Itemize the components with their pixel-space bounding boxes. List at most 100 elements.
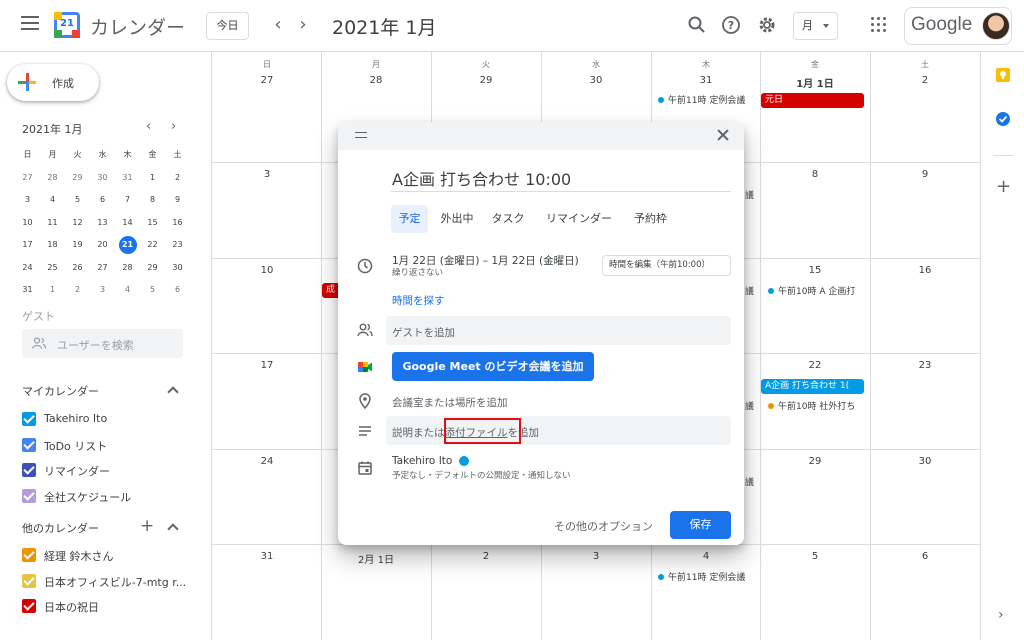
- mini-day[interactable]: 5: [140, 279, 165, 302]
- event-item[interactable]: 議: [745, 285, 754, 299]
- more-options-button[interactable]: その他のオプション: [554, 518, 653, 534]
- account-switcher[interactable]: Google: [904, 7, 1012, 45]
- day-number[interactable]: 6: [870, 551, 980, 562]
- mini-day[interactable]: 13: [90, 212, 115, 235]
- prev-month-icon[interactable]: ‹: [268, 14, 288, 36]
- day-number[interactable]: 17: [212, 360, 322, 371]
- my-calendar-item[interactable]: リマインダー: [22, 462, 202, 480]
- mini-day[interactable]: 15: [140, 212, 165, 235]
- chevron-up-icon[interactable]: [167, 386, 179, 398]
- location-field[interactable]: 会議室または場所を追加: [392, 395, 508, 410]
- save-button[interactable]: 保存: [670, 511, 731, 539]
- mini-day[interactable]: 4: [40, 189, 65, 212]
- event-item[interactable]: 議: [745, 189, 754, 203]
- mini-day[interactable]: 4: [115, 279, 140, 302]
- edit-time-button[interactable]: 時間を編集（午前10:00）: [602, 255, 731, 276]
- mini-day[interactable]: 11: [40, 212, 65, 235]
- mini-day[interactable]: 7: [115, 189, 140, 212]
- event-item[interactable]: 午前11時 定例会議: [658, 571, 745, 585]
- mini-day[interactable]: 5: [65, 189, 90, 212]
- calendar-checkbox[interactable]: [22, 599, 36, 613]
- mini-day[interactable]: 23: [165, 234, 190, 257]
- tab-appointment-slots[interactable]: 予約枠: [628, 205, 673, 233]
- day-number[interactable]: 2: [870, 75, 980, 86]
- day-number[interactable]: 27: [212, 75, 322, 86]
- mini-day[interactable]: 17: [15, 234, 40, 257]
- google-apps-icon[interactable]: [871, 17, 886, 32]
- day-number[interactable]: 16: [870, 265, 980, 276]
- add-calendar-icon[interactable]: +: [140, 518, 154, 535]
- mini-day[interactable]: 28: [115, 257, 140, 280]
- day-number[interactable]: 22: [760, 360, 870, 371]
- guest-search-input[interactable]: ユーザーを検索: [22, 329, 183, 358]
- tasks-icon[interactable]: [995, 111, 1011, 127]
- day-number[interactable]: 3: [212, 169, 322, 180]
- settings-icon[interactable]: [756, 14, 778, 36]
- day-number[interactable]: 8: [760, 169, 870, 180]
- add-google-meet-button[interactable]: Google Meet のビデオ会議を追加: [392, 352, 594, 381]
- mini-day[interactable]: 27: [15, 167, 40, 190]
- today-button[interactable]: 今日: [206, 12, 249, 40]
- tab-task[interactable]: タスク: [488, 205, 528, 233]
- tab-out-of-office[interactable]: 外出中: [436, 205, 478, 233]
- day-number[interactable]: 5: [760, 551, 870, 562]
- day-number[interactable]: 3: [541, 551, 651, 562]
- day-number[interactable]: 9: [870, 169, 980, 180]
- event-item[interactable]: 午前11時 定例会議: [658, 94, 745, 108]
- other-calendar-item[interactable]: 経理 鈴木さん: [22, 547, 202, 565]
- close-icon[interactable]: [716, 128, 730, 142]
- calendar-settings-summary[interactable]: 予定なし・デフォルトの公開設定・通知しない: [392, 469, 571, 481]
- calendar-checkbox[interactable]: [22, 437, 36, 452]
- mini-day[interactable]: 12: [65, 212, 90, 235]
- mini-day[interactable]: 14: [115, 212, 140, 235]
- mini-day[interactable]: 1: [140, 167, 165, 190]
- add-addon-icon[interactable]: +: [996, 178, 1011, 196]
- day-number[interactable]: 2: [431, 551, 541, 562]
- mini-day[interactable]: 16: [165, 212, 190, 235]
- event-title-input[interactable]: A企画 打ち合わせ 10:00: [391, 166, 731, 192]
- day-number[interactable]: 24: [212, 456, 322, 467]
- find-time-link[interactable]: 時間を探す: [392, 293, 445, 308]
- mini-day[interactable]: 10: [15, 212, 40, 235]
- mini-day[interactable]: 30: [90, 167, 115, 190]
- day-number[interactable]: 28: [321, 75, 431, 86]
- day-number[interactable]: 4: [651, 551, 761, 562]
- calendar-checkbox[interactable]: [22, 573, 36, 588]
- my-calendar-item[interactable]: Takehiro Ito: [22, 411, 202, 429]
- mini-day[interactable]: 29: [140, 257, 165, 280]
- mini-day[interactable]: 9: [165, 189, 190, 212]
- help-icon[interactable]: ?: [720, 14, 742, 36]
- repeat-setting[interactable]: 繰り返さない: [392, 266, 443, 278]
- day-number[interactable]: 15: [760, 265, 870, 276]
- main-menu-icon[interactable]: [21, 16, 39, 30]
- mini-day[interactable]: 25: [40, 257, 65, 280]
- my-calendar-item[interactable]: ToDo リスト: [22, 437, 202, 455]
- day-number[interactable]: 30: [541, 75, 651, 86]
- mini-day[interactable]: 30: [165, 257, 190, 280]
- chevron-up-icon[interactable]: [167, 523, 179, 535]
- day-number[interactable]: 10: [212, 265, 322, 276]
- day-number[interactable]: 31: [651, 75, 761, 86]
- tab-event[interactable]: 予定: [391, 205, 428, 233]
- event-item[interactable]: 午前10時 社外打ち: [768, 400, 855, 414]
- mini-day[interactable]: 6: [90, 189, 115, 212]
- drag-handle-icon[interactable]: [355, 132, 367, 138]
- calendar-checkbox[interactable]: [22, 412, 36, 426]
- day-number[interactable]: 31: [212, 551, 322, 562]
- day-number[interactable]: 23: [870, 360, 980, 371]
- mini-day[interactable]: 28: [40, 167, 65, 190]
- mini-day-today[interactable]: 21: [115, 234, 140, 257]
- tab-reminder[interactable]: リマインダー: [542, 205, 616, 233]
- event-item[interactable]: 議: [745, 400, 754, 414]
- selected-event-chip[interactable]: A企画 打ち合わせ 1(: [761, 379, 864, 394]
- day-number[interactable]: 1月 1日: [760, 75, 870, 90]
- holiday-event[interactable]: 元日: [761, 93, 864, 108]
- mini-day[interactable]: 1: [40, 279, 65, 302]
- keep-icon[interactable]: [995, 67, 1011, 83]
- mini-day[interactable]: 19: [65, 234, 90, 257]
- mini-day[interactable]: 3: [90, 279, 115, 302]
- calendar-checkbox[interactable]: [22, 548, 36, 562]
- calendar-logo[interactable]: 21: [54, 12, 80, 38]
- next-month-icon[interactable]: ›: [293, 14, 313, 36]
- expand-panel-icon[interactable]: ›: [998, 607, 1004, 623]
